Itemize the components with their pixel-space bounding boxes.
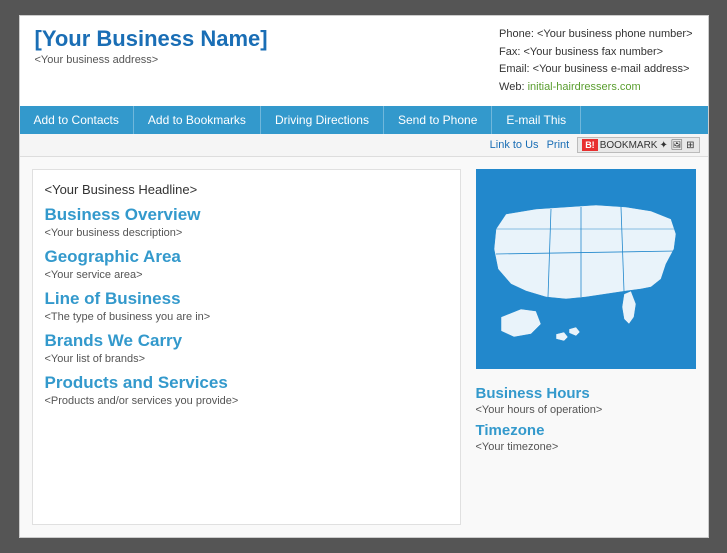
us-map-svg [476, 169, 696, 369]
web-link[interactable]: initial-hairdressers.com [528, 81, 641, 93]
sidebar-timezone: Timezone <Your timezone> [476, 416, 696, 453]
fax-info: Fax: <Your business fax number> [499, 44, 692, 62]
section-desc-brands: <Your list of brands> [45, 353, 448, 365]
sidebar-timezone-desc: <Your timezone> [476, 441, 696, 453]
bookmark-icon: B! [582, 139, 598, 151]
business-name: [Your Business Name] [35, 26, 268, 52]
section-title-overview: Business Overview [45, 205, 448, 225]
nav-send-to-phone[interactable]: Send to Phone [384, 106, 492, 134]
print-link[interactable]: Print [547, 139, 570, 151]
section-desc-lob: <The type of business you are in> [45, 311, 448, 323]
map-area [476, 169, 696, 369]
link-to-us[interactable]: Link to Us [490, 139, 539, 151]
toolbar: Link to Us Print B! BOOKMARK ✦ 🖼 ⊞ [20, 134, 708, 157]
section-title-geo: Geographic Area [45, 247, 448, 267]
sidebar-business-hours: Business Hours <Your hours of operation> [476, 379, 696, 416]
navbar: Add to Contacts Add to Bookmarks Driving… [20, 106, 708, 134]
bookmark-button[interactable]: B! BOOKMARK ✦ 🖼 ⊞ [577, 137, 699, 153]
header-right: Phone: <Your business phone number> Fax:… [499, 26, 692, 96]
nav-driving-directions[interactable]: Driving Directions [261, 106, 384, 134]
sidebar-hours-title: Business Hours [476, 385, 696, 402]
nav-add-contacts[interactable]: Add to Contacts [20, 106, 134, 134]
bookmark-extras: ✦ 🖼 ⊞ [659, 140, 694, 151]
business-address: <Your business address> [35, 54, 268, 66]
sidebar-hours-desc: <Your hours of operation> [476, 404, 696, 416]
business-headline: <Your Business Headline> [45, 182, 448, 197]
section-desc-geo: <Your service area> [45, 269, 448, 281]
phone-info: Phone: <Your business phone number> [499, 26, 692, 44]
section-title-products: Products and Services [45, 373, 448, 393]
section-desc-products: <Products and/or services you provide> [45, 395, 448, 407]
web-label: Web: [499, 81, 528, 93]
nav-email-this[interactable]: E-mail This [492, 106, 581, 134]
page-wrapper: [Your Business Name] <Your business addr… [19, 15, 709, 538]
header: [Your Business Name] <Your business addr… [20, 16, 708, 106]
email-info: Email: <Your business e-mail address> [499, 61, 692, 79]
web-info: Web: initial-hairdressers.com [499, 79, 692, 97]
content-left: <Your Business Headline> Business Overvi… [32, 169, 461, 525]
content-right: Business Hours <Your hours of operation>… [476, 169, 696, 525]
nav-add-bookmarks[interactable]: Add to Bookmarks [134, 106, 261, 134]
section-title-brands: Brands We Carry [45, 331, 448, 351]
bookmark-label: BOOKMARK [600, 140, 658, 151]
header-left: [Your Business Name] <Your business addr… [35, 26, 268, 66]
section-title-lob: Line of Business [45, 289, 448, 309]
section-desc-overview: <Your business description> [45, 227, 448, 239]
sidebar-timezone-title: Timezone [476, 422, 696, 439]
main-content: <Your Business Headline> Business Overvi… [20, 157, 708, 537]
